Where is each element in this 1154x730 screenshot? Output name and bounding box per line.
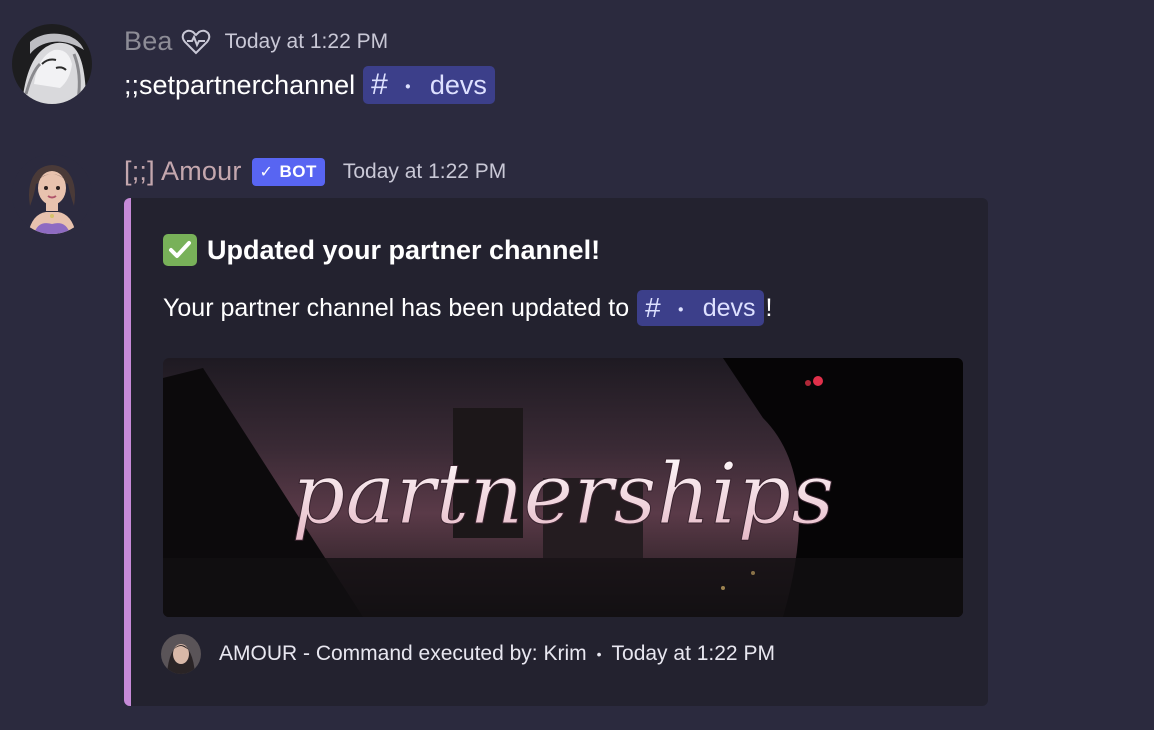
embed-title-text: Updated your partner channel!	[207, 234, 601, 265]
bot-avatar[interactable]	[12, 154, 92, 234]
message-bea: Bea Today at 1:22 PM ;;setpartnerchannel…	[0, 0, 1154, 130]
channel-name: devs	[429, 69, 487, 100]
message-text: ;;setpartnerchannel	[124, 69, 356, 100]
embed-title: Updated your partner channel!	[163, 234, 600, 266]
embed-image[interactable]: partnerships	[163, 358, 963, 617]
embed-card: Updated your partner channel! Your partn…	[124, 198, 988, 706]
mention-dot: ・	[670, 299, 691, 322]
heart-pulse-icon	[181, 29, 211, 55]
username[interactable]: Bea	[124, 26, 173, 57]
channel-mention[interactable]: # ・ devs	[637, 290, 764, 326]
white-check-mark-icon	[163, 234, 197, 266]
embed-description-text: Your partner channel has been updated to	[163, 293, 630, 322]
channel-mention[interactable]: # ・ devs	[363, 66, 495, 104]
footer-timestamp: Today at 1:22 PM	[611, 642, 775, 665]
embed-description-suffix: !	[765, 293, 773, 322]
embed-footer: AMOUR - Command executed by: Krim • Toda…	[161, 634, 775, 674]
channel-name: devs	[702, 293, 756, 322]
bot-badge: ✓ BOT	[251, 157, 325, 186]
user-avatar[interactable]	[12, 24, 92, 104]
mention-dot: ・	[397, 76, 418, 99]
bot-username[interactable]: [;;] Amour	[124, 156, 242, 187]
verified-check-icon: ✓	[259, 163, 274, 181]
footer-avatar	[161, 634, 201, 674]
message-timestamp: Today at 1:22 PM	[224, 29, 389, 53]
footer-text: AMOUR - Command executed by: Krim	[219, 642, 587, 665]
footer-separator: •	[596, 646, 602, 662]
hash-icon: #	[645, 292, 661, 323]
message-timestamp: Today at 1:22 PM	[342, 159, 507, 183]
embed-description: Your partner channel has been updated to…	[163, 290, 772, 326]
embed-image-caption: partnerships	[292, 445, 835, 543]
bot-badge-label: BOT	[279, 161, 317, 181]
hash-icon: #	[371, 68, 388, 101]
